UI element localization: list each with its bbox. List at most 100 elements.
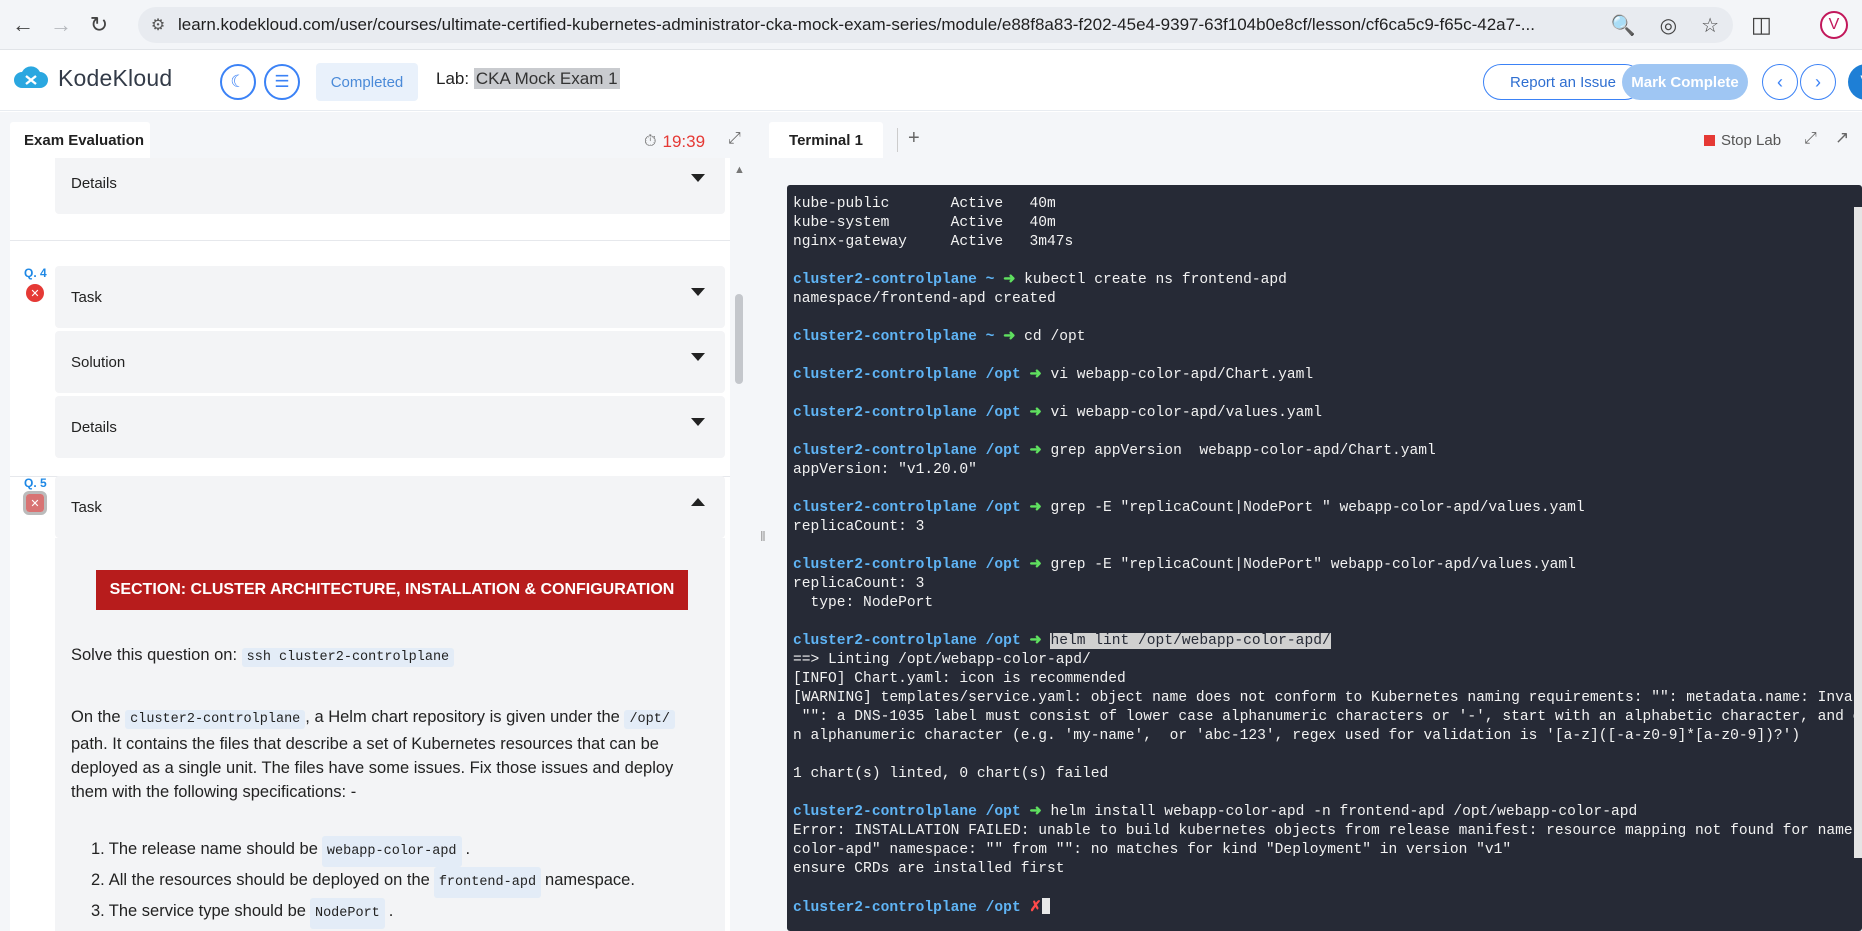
stop-lab-button[interactable]: Stop Lab [1704,132,1781,149]
list-number: 1. [91,840,105,858]
chevron-left-icon: ‹ [1777,71,1783,92]
command-text: cd /opt [1015,329,1086,345]
zoom-icon[interactable]: 🔍 [1611,13,1636,38]
desc-text: , a Helm chart repository is given under… [305,708,620,726]
add-terminal-icon[interactable]: + [908,127,920,150]
command-text: grep -E "replicaCount|NodePort " webapp-… [1041,500,1585,516]
incorrect-icon: ✕ [23,491,47,515]
prompt-host: cluster2-controlplane /opt [793,500,1030,516]
back-icon[interactable]: ← [8,10,38,40]
mark-complete-button[interactable]: Mark Complete [1622,64,1748,100]
next-lesson-button[interactable]: › [1800,64,1836,100]
terminal-command-line: cluster2-controlplane /opt ➜ vi webapp-c… [793,404,1862,423]
user-avatar[interactable]: V [1848,64,1862,100]
fullscreen-icon[interactable]: ⤢ [1804,130,1817,148]
scroll-up-icon[interactable]: ▲ [734,164,745,176]
chevron-right-icon: › [1815,71,1821,92]
site-settings-icon[interactable]: ⚙ [138,15,178,35]
command-text: helm lint /opt/webapp-color-apd/ [1050,633,1331,649]
address-bar[interactable]: ⚙ learn.kodekloud.com/user/courses/ultim… [138,7,1733,43]
terminal-output-line: [WARNING] templates/service.yaml: object… [793,690,1862,706]
terminal-command-line: cluster2-controlplane ~ ➜ kubectl create… [793,271,1862,290]
terminal-output-line: nginx-gateway Active 3m47s [793,234,1074,250]
prompt-host: cluster2-controlplane ~ [793,329,1004,345]
terminal-scrollbar[interactable] [1854,207,1862,858]
terminal-prompt-line: cluster2-controlplane /opt ✗ [793,898,1862,917]
browser-toolbar: ← → ↻ ⚙ learn.kodekloud.com/user/courses… [0,0,1862,50]
browser-profile-avatar[interactable]: V [1820,11,1848,39]
prompt-host: cluster2-controlplane /opt [793,367,1030,383]
previous-lesson-button[interactable]: ‹ [1762,64,1798,100]
stop-icon [1704,135,1715,146]
prompt-host: cluster2-controlplane /opt [793,804,1030,820]
menu-button[interactable]: ☰ [264,64,300,100]
question-number-q4: Q. 4 [24,266,47,280]
tab-terminal-1[interactable]: Terminal 1 [769,122,883,158]
tab-exam-evaluation[interactable]: Exam Evaluation [10,122,150,158]
list-text: All the resources should be deployed on … [108,871,430,889]
prompt-host: cluster2-controlplane /opt [793,633,1030,649]
terminal-output-line: replicaCount: 3 [793,519,925,535]
list-item: 2. All the resources should be deployed … [91,867,691,898]
chevron-down-icon [691,353,705,361]
kodekloud-logo-icon [14,65,48,88]
accordion-details-q4[interactable]: Details [55,396,725,458]
lab-prefix: Lab: [436,69,470,88]
scrollbar-thumb[interactable] [735,294,743,384]
terminal-command-line: cluster2-controlplane /opt ➜ helm instal… [793,803,1862,822]
open-external-icon[interactable]: ↗ [1835,128,1849,148]
extensions-icon[interactable]: ◫ [1751,12,1772,38]
expand-icon[interactable]: ⤢ [728,130,741,148]
prompt-arrow-icon: ➜ [1029,443,1042,459]
report-issue-button[interactable]: Report an Issue [1483,64,1643,100]
panel-resize-handle[interactable]: ‖ [757,112,769,931]
accordion-label: Task [71,498,102,516]
prompt-arrow-icon: ➜ [1029,557,1042,573]
requirements-list: 1. The release name should be webapp-col… [91,836,691,929]
moon-icon: ☾ [230,72,246,91]
accordion-task-q5[interactable]: Task [55,476,725,538]
accordion-task-q4[interactable]: Task [55,266,725,328]
terminal-output-line: kube-system Active 40m [793,215,1056,231]
accordion-solution-q4[interactable]: Solution [55,331,725,393]
question-number-q5: Q. 5 [24,476,47,490]
terminal-output-line: color-apd" namespace: "" from "": no mat… [793,842,1512,858]
command-text: grep appVersion webapp-color-apd/Chart.y… [1041,443,1436,459]
left-scrollbar[interactable]: ▲ [734,164,745,931]
dark-mode-toggle[interactable]: ☾ [220,64,256,100]
task-description: On the cluster2-controlplane, a Helm cha… [71,705,701,804]
bookmark-star-icon[interactable]: ☆ [1701,13,1719,38]
accordion-details-q3[interactable]: Details [55,158,725,214]
eye-off-icon[interactable]: ◎ [1660,13,1677,38]
terminal-command-line: cluster2-controlplane /opt ➜ grep -E "re… [793,556,1862,575]
logo[interactable]: KodeKloud [12,65,172,92]
list-item: 3. The service type should be NodePort. [91,898,691,929]
command-text: grep -E "replicaCount|NodePort" webapp-c… [1041,557,1576,573]
command-text: kubectl create ns frontend-apd [1015,272,1287,288]
terminal-output[interactable]: kube-public Active 40m kube-system Active… [787,185,1862,931]
terminal-panel: Terminal 1 + Stop Lab ⤢ ↗ kube-public Ac… [769,112,1862,931]
prompt-host: cluster2-controlplane /opt [793,405,1030,421]
logo-text: KodeKloud [58,65,173,91]
list-text: The service type should be [108,902,306,920]
desc-text: path. It contains the files that describ… [71,735,674,801]
prompt-host: cluster2-controlplane /opt [793,900,1030,916]
reload-icon[interactable]: ↻ [84,10,114,40]
solve-prefix: Solve this question on: [71,646,238,664]
exam-evaluation-panel: Exam Evaluation ⏱ 19:39 ⤢ Details Q. 4 ✕… [0,112,757,931]
prompt-arrow-icon: ➜ [1029,367,1042,383]
prompt-arrow-icon: ➜ [1029,405,1042,421]
forward-icon[interactable]: → [46,10,76,40]
prompt-host: cluster2-controlplane /opt [793,443,1030,459]
terminal-cursor [1041,898,1050,914]
tab-separator [897,128,898,152]
list-text: namespace. [545,871,635,889]
accordion-label: Solution [71,353,126,371]
prompt-arrow-icon: ➜ [1029,633,1042,649]
